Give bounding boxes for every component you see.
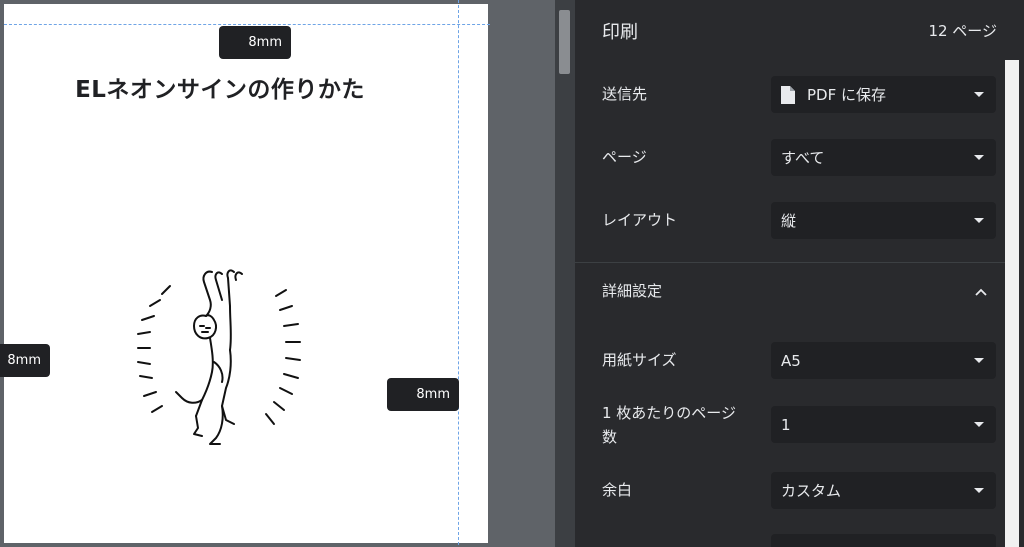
settings-scrollbar[interactable]	[1005, 60, 1019, 547]
page-count: 12 ページ	[928, 22, 997, 40]
pages-per-sheet-label: 1 枚あたりのページ 数	[602, 401, 736, 449]
monkey-figure	[175, 269, 243, 445]
chevron-up-icon[interactable]	[973, 284, 989, 300]
chevron-down-icon	[974, 218, 984, 223]
paper-size-select[interactable]: A5	[771, 342, 996, 379]
top-margin-guide[interactable]	[4, 24, 490, 25]
left-rays	[137, 285, 171, 413]
paper-size-value: A5	[781, 351, 801, 370]
top-margin-value: 8mm	[248, 35, 282, 50]
print-header-title: 印刷	[602, 22, 638, 43]
pages-per-sheet-label-line1: 1 枚あたりのページ	[602, 404, 737, 422]
preview-scrollbar-thumb[interactable]	[559, 10, 570, 74]
destination-select[interactable]: PDF に保存	[771, 76, 996, 113]
paper-size-label: 用紙サイズ	[602, 351, 677, 369]
pages-value: すべて	[781, 149, 825, 167]
print-settings-panel: 印刷 12 ページ 送信先 PDF に保存 ページ すべて レイアウト 縦 詳細…	[575, 0, 1024, 547]
dancing-monkey-illustration	[137, 269, 301, 445]
chevron-down-icon	[974, 488, 984, 493]
print-preview-area: 8mm 8mm 8mm ELネオンサインの作りかた	[0, 0, 555, 547]
section-divider	[575, 262, 1005, 263]
layout-label: レイアウト	[602, 211, 678, 229]
layout-value: 縦	[781, 212, 797, 230]
advanced-settings-toggle[interactable]: 詳細設定	[602, 279, 662, 303]
right-margin-guide[interactable]	[458, 0, 459, 545]
chevron-down-icon	[974, 155, 984, 160]
right-margin-value: 8mm	[416, 387, 450, 402]
preview-scrollbar-track[interactable]	[555, 0, 575, 547]
preview-scroll-area	[490, 0, 555, 547]
pages-select[interactable]: すべて	[771, 139, 996, 176]
margins-label: 余白	[602, 481, 633, 499]
margins-value: カスタム	[781, 482, 842, 500]
margins-select[interactable]: カスタム	[771, 472, 996, 509]
pages-per-sheet-label-line2: 数	[602, 428, 618, 446]
file-icon	[781, 85, 795, 104]
left-margin-input[interactable]: 8mm	[0, 344, 50, 377]
chevron-down-icon	[974, 358, 984, 363]
document-title: ELネオンサインの作りかた	[75, 77, 365, 103]
pages-label: ページ	[602, 148, 647, 166]
pages-per-sheet-value: 1	[781, 415, 791, 434]
chevron-down-icon	[974, 422, 984, 427]
pages-per-sheet-select[interactable]: 1	[771, 406, 996, 443]
right-margin-input[interactable]: 8mm	[387, 378, 459, 411]
next-setting-select[interactable]	[771, 534, 996, 547]
right-rays	[265, 289, 301, 425]
destination-label: 送信先	[602, 85, 648, 103]
destination-value: PDF に保存	[807, 86, 886, 104]
layout-select[interactable]: 縦	[771, 202, 996, 239]
top-margin-input[interactable]: 8mm	[219, 26, 291, 59]
preview-page: 8mm 8mm 8mm ELネオンサインの作りかた	[0, 0, 490, 545]
left-margin-value: 8mm	[7, 353, 41, 368]
chevron-down-icon	[974, 92, 984, 97]
